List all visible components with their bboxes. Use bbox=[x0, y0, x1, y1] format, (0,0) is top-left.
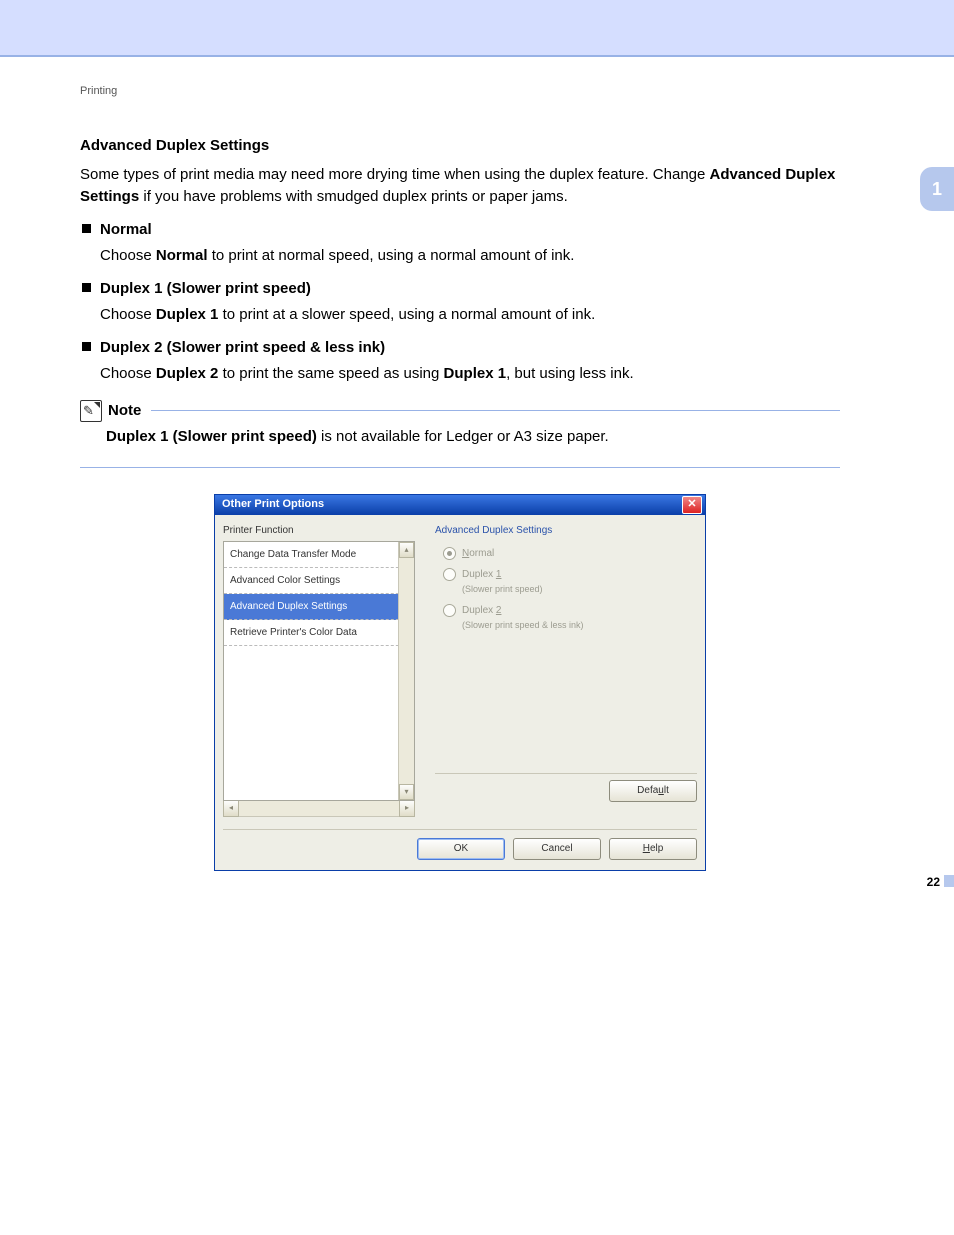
scroll-up-icon[interactable]: ▴ bbox=[399, 542, 414, 558]
close-icon[interactable]: ✕ bbox=[682, 496, 702, 514]
radio-icon[interactable] bbox=[443, 547, 456, 560]
cancel-button[interactable]: Cancel bbox=[513, 838, 601, 860]
help-button[interactable]: Help bbox=[609, 838, 697, 860]
radio-normal[interactable]: Normal bbox=[443, 546, 697, 561]
note-body: Duplex 1 (Slower print speed) is not ava… bbox=[80, 426, 840, 449]
dialog-titlebar[interactable]: Other Print Options ✕ bbox=[215, 495, 705, 515]
radio-icon[interactable] bbox=[443, 604, 456, 617]
list-item[interactable]: Advanced Color Settings bbox=[224, 568, 414, 594]
scroll-right-icon[interactable]: ▸ bbox=[399, 800, 415, 817]
radio-duplex2[interactable]: Duplex 2 (Slower print speed & less ink) bbox=[443, 603, 697, 633]
intro-text: Some types of print media may need more … bbox=[80, 164, 840, 209]
radio-label: Duplex 1 (Slower print speed) bbox=[462, 567, 543, 597]
note-end-divider bbox=[80, 467, 840, 468]
note-icon bbox=[80, 400, 102, 422]
radio-duplex1[interactable]: Duplex 1 (Slower print speed) bbox=[443, 567, 697, 597]
top-header-bar bbox=[0, 0, 954, 57]
list-item[interactable]: Change Data Transfer Mode bbox=[224, 542, 414, 568]
breadcrumb: Printing bbox=[80, 85, 874, 97]
bullet-duplex1-body: Choose Duplex 1 to print at a slower spe… bbox=[80, 304, 840, 327]
ok-button[interactable]: OK bbox=[417, 838, 505, 860]
separator bbox=[223, 829, 697, 830]
radio-label: Duplex 2 (Slower print speed & less ink) bbox=[462, 603, 584, 633]
printer-function-list[interactable]: Change Data Transfer Mode Advanced Color… bbox=[223, 541, 415, 801]
radio-label: Normal bbox=[462, 546, 494, 561]
radio-icon[interactable] bbox=[443, 568, 456, 581]
chapter-tab: 1 bbox=[920, 167, 954, 211]
list-item[interactable]: Advanced Duplex Settings bbox=[224, 594, 414, 620]
page-number: 22 bbox=[927, 873, 954, 891]
bullet-duplex2-body: Choose Duplex 2 to print the same speed … bbox=[80, 363, 840, 386]
default-button[interactable]: Default bbox=[609, 780, 697, 802]
note-label: Note bbox=[108, 400, 141, 423]
section-heading: Advanced Duplex Settings bbox=[80, 135, 840, 158]
horizontal-scrollbar[interactable]: ◂ ▸ bbox=[223, 801, 415, 817]
scroll-left-icon[interactable]: ◂ bbox=[223, 800, 239, 817]
bullet-normal: Normal bbox=[80, 219, 840, 242]
group-title: Advanced Duplex Settings bbox=[435, 523, 697, 538]
list-item[interactable]: Retrieve Printer's Color Data bbox=[224, 620, 414, 646]
bullet-duplex2: Duplex 2 (Slower print speed & less ink) bbox=[80, 337, 840, 360]
dialog-title: Other Print Options bbox=[218, 496, 324, 513]
vertical-scrollbar[interactable]: ▴ ▾ bbox=[398, 542, 414, 800]
bullet-normal-body: Choose Normal to print at normal speed, … bbox=[80, 245, 840, 268]
note-divider bbox=[151, 410, 840, 411]
separator bbox=[435, 773, 697, 774]
scroll-down-icon[interactable]: ▾ bbox=[399, 784, 414, 800]
bullet-duplex1: Duplex 1 (Slower print speed) bbox=[80, 278, 840, 301]
other-print-options-dialog: Other Print Options ✕ Printer Function C… bbox=[214, 494, 706, 871]
printer-function-label: Printer Function bbox=[223, 523, 423, 538]
